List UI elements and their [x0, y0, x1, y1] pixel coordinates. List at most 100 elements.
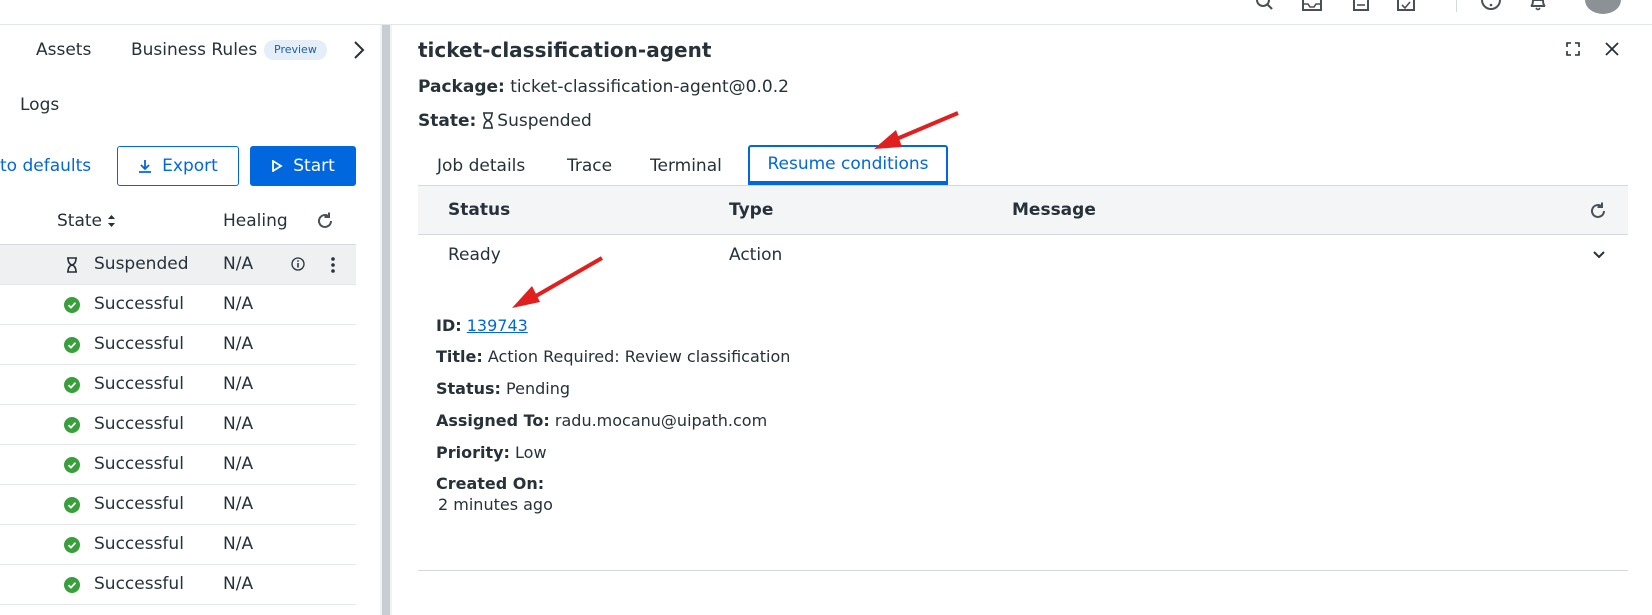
export-label: Export: [162, 156, 218, 176]
table-row[interactable]: Successful N/A: [0, 285, 356, 325]
refresh-icon[interactable]: [1588, 201, 1608, 221]
search-icon[interactable]: [1254, 0, 1276, 12]
state-column-header[interactable]: State: [57, 211, 102, 231]
action-title-label: Title:: [436, 347, 483, 366]
job-state: Successful: [94, 374, 184, 394]
table-row[interactable]: Successful N/A: [0, 365, 356, 405]
more-options-icon[interactable]: [326, 255, 340, 275]
tab-terminal[interactable]: Terminal: [650, 156, 722, 176]
play-icon: [272, 160, 283, 172]
check-circle-icon: [64, 377, 80, 393]
check-circle-icon: [64, 417, 80, 433]
action-status-field: Status: Pending: [436, 379, 570, 398]
job-state: Successful: [94, 574, 184, 594]
start-label: Start: [293, 156, 335, 176]
tab-resume-conditions[interactable]: Resume conditions: [748, 145, 948, 185]
action-title-field: Title: Action Required: Review classific…: [436, 347, 790, 366]
export-button[interactable]: Export: [117, 146, 239, 186]
clipboard-icon[interactable]: [1350, 0, 1372, 12]
refresh-icon[interactable]: [315, 211, 335, 231]
download-icon: [139, 160, 152, 173]
created-on-label: Created On:: [436, 474, 544, 493]
assigned-to-label: Assigned To:: [436, 411, 550, 430]
job-detail-panel: ticket-classification-agent Package: tic…: [392, 25, 1652, 615]
left-tabs: Assets Business Rules Preview: [0, 25, 380, 75]
sort-icon[interactable]: [107, 214, 116, 228]
type-column-header: Type: [729, 200, 774, 220]
expand-icon[interactable]: [1565, 41, 1581, 57]
resume-conditions-header: Status Type Message: [418, 185, 1628, 235]
inbox-icon[interactable]: [1301, 0, 1323, 12]
hourglass-icon: [483, 112, 494, 129]
jobs-table: State Healing Suspended N/A Successful N…: [0, 197, 356, 615]
job-state: Suspended: [94, 254, 189, 274]
preview-badge: Preview: [264, 40, 327, 60]
bell-icon[interactable]: [1527, 0, 1549, 12]
job-healing: N/A: [223, 374, 254, 394]
tab-job-details[interactable]: Job details: [437, 156, 525, 176]
assigned-to-value: radu.mocanu@uipath.com: [554, 411, 768, 430]
created-on-value: 2 minutes ago: [438, 495, 553, 514]
action-id-link[interactable]: 139743: [467, 316, 528, 335]
priority-value: Low: [515, 443, 547, 462]
jobs-table-header: State Healing: [0, 197, 356, 245]
check-circle-icon: [64, 497, 80, 513]
chevron-down-icon[interactable]: [1592, 250, 1606, 260]
user-avatar[interactable]: [1585, 0, 1621, 14]
info-icon[interactable]: [291, 257, 305, 271]
job-healing: N/A: [223, 454, 254, 474]
status-column-header: Status: [448, 200, 511, 220]
logs-link[interactable]: Logs: [20, 95, 59, 115]
document-check-icon[interactable]: [1395, 0, 1417, 12]
reset-to-defaults-link[interactable]: to defaults: [0, 156, 91, 176]
state-label: State:: [418, 111, 477, 131]
table-row[interactable]: Successful N/A: [0, 485, 356, 525]
job-state: Successful: [94, 534, 184, 554]
toolbar-separator: [1456, 0, 1457, 12]
job-state: Successful: [94, 334, 184, 354]
job-healing: N/A: [223, 414, 254, 434]
package-value: ticket-classification-agent@0.0.2: [510, 77, 789, 97]
condition-type: Action: [729, 245, 783, 265]
start-button[interactable]: Start: [250, 146, 356, 186]
action-status-value: Pending: [506, 379, 570, 398]
check-circle-icon: [64, 577, 80, 593]
table-row[interactable]: Successful N/A: [0, 405, 356, 445]
chevron-right-icon[interactable]: [352, 39, 366, 61]
tab-business-rules[interactable]: Business Rules: [131, 40, 257, 60]
job-healing: N/A: [223, 574, 254, 594]
top-bar: [0, 0, 1652, 25]
state-value: Suspended: [497, 111, 592, 131]
created-on-label-text: Created On:: [436, 474, 545, 493]
app-root: Assets Business Rules Preview Logs to de…: [0, 0, 1652, 615]
priority-field: Priority: Low: [436, 443, 547, 462]
job-title: ticket-classification-agent: [418, 38, 712, 62]
hourglass-icon: [67, 257, 77, 273]
action-status-label: Status:: [436, 379, 501, 398]
job-healing: N/A: [223, 534, 254, 554]
table-row[interactable]: Successful N/A: [0, 325, 356, 365]
job-healing: N/A: [223, 254, 254, 274]
table-row[interactable]: Successful N/A: [0, 525, 356, 565]
action-id-field: ID: 139743: [436, 316, 528, 335]
action-id-label: ID:: [436, 316, 462, 335]
priority-label: Priority:: [436, 443, 510, 462]
tab-trace[interactable]: Trace: [567, 156, 612, 176]
job-state: Successful: [94, 414, 184, 434]
check-circle-icon: [64, 297, 80, 313]
tab-assets[interactable]: Assets: [36, 40, 91, 60]
splitter-handle[interactable]: [382, 25, 390, 615]
table-row[interactable]: Successful N/A: [0, 565, 356, 605]
close-icon[interactable]: [1604, 41, 1620, 57]
check-circle-icon: [64, 337, 80, 353]
help-icon[interactable]: [1480, 0, 1502, 12]
message-column-header: Message: [1012, 200, 1096, 220]
package-field: Package: ticket-classification-agent@0.0…: [418, 77, 789, 97]
tab-resume-conditions-label: Resume conditions: [767, 154, 929, 174]
action-title-value: Action Required: Review classification: [487, 347, 791, 366]
jobs-panel: Assets Business Rules Preview Logs to de…: [0, 25, 380, 615]
table-row[interactable]: Suspended N/A: [0, 245, 356, 285]
healing-column-header[interactable]: Healing: [223, 211, 288, 231]
resume-condition-row[interactable]: Ready Action: [418, 235, 1628, 277]
table-row[interactable]: Successful N/A: [0, 445, 356, 485]
